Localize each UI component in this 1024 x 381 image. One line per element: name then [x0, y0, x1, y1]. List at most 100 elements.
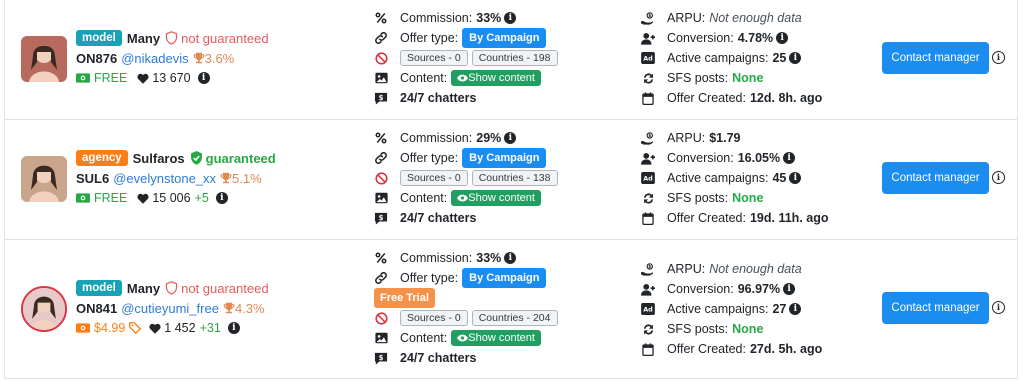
offer-created-label: Offer Created: [667, 342, 746, 356]
subscription-price: FREE [94, 191, 128, 205]
creator-name[interactable]: Many [127, 281, 160, 296]
commission-label: Commission: [400, 11, 473, 25]
contact-manager-button[interactable]: Contact manager [882, 42, 989, 74]
shield-icon [165, 31, 181, 45]
calendar-icon [641, 91, 655, 105]
info-icon[interactable]: i [789, 52, 802, 64]
offer-created-value: 12d. 8h. ago [749, 91, 823, 105]
offer-type-button[interactable]: By Campaign [462, 148, 547, 168]
avatar-image [23, 288, 65, 330]
info-icon[interactable]: i [776, 32, 789, 44]
sources-pill[interactable]: Sources - 0 [400, 310, 468, 326]
chatters-text: 24/7 chatters [400, 351, 477, 365]
likes-count: 1 452 [164, 321, 196, 335]
info-icon[interactable]: i [504, 252, 517, 264]
content-label: Content: [400, 331, 448, 345]
percent-icon [374, 132, 388, 144]
active-campaigns-value: 27 [772, 302, 787, 316]
likes-count: 13 670 [152, 71, 191, 85]
price-icon [76, 323, 94, 333]
info-icon[interactable]: i [783, 152, 796, 164]
contact-manager-button[interactable]: Contact manager [882, 162, 989, 194]
contact-manager-button[interactable]: Contact manager [882, 292, 989, 324]
show-content-button[interactable]: Show content [451, 330, 541, 346]
arpu-label: ARPU: [667, 131, 706, 145]
creator-name[interactable]: Sulfaros [133, 151, 185, 166]
active-campaigns-label: Active campaigns: [667, 302, 769, 316]
link-icon [374, 151, 388, 165]
creator-handle-link[interactable]: @cutieyumi_free [121, 301, 219, 316]
info-icon[interactable]: i [992, 171, 1005, 184]
info-icon[interactable]: i [227, 322, 240, 334]
svg-text:$: $ [648, 13, 651, 19]
guarantee-status: guaranteed [205, 150, 276, 166]
countries-pill[interactable]: Countries - 138 [471, 170, 558, 186]
conversion-value: 4.78% [737, 31, 774, 45]
ad-icon: Ad [641, 303, 655, 315]
chat-money-icon: $ [374, 92, 388, 105]
offer-row: model Many not guaranteed ON841 @cutieyu… [4, 240, 1018, 379]
info-icon[interactable]: i [504, 12, 517, 24]
offer-created-label: Offer Created: [667, 91, 746, 105]
countries-pill[interactable]: Countries - 204 [471, 310, 558, 326]
conversion-label: Conversion: [667, 31, 734, 45]
creator-rate: 4.3% [234, 300, 265, 316]
creator-name[interactable]: Many [127, 31, 160, 46]
offer-stats: $ ARPU: Not enough data Conversion: 4.78… [641, 8, 861, 108]
info-icon[interactable]: i [992, 51, 1005, 64]
avatar[interactable] [21, 286, 67, 332]
conversion-value: 96.97% [737, 282, 781, 296]
user-plus-icon [641, 283, 655, 296]
commission-value: 33% [476, 11, 502, 25]
offer-created-value: 19d. 11h. ago [749, 211, 829, 225]
calendar-icon [641, 211, 655, 225]
offer-stats: $ ARPU: $1.79 Conversion: 16.05% i Ad Ac… [641, 128, 861, 228]
link-icon [374, 271, 388, 285]
content-label: Content: [400, 71, 448, 85]
image-icon [374, 72, 388, 84]
creator-handle-link[interactable]: @nikadevis [121, 51, 188, 66]
creator-type-badge: model [76, 280, 122, 296]
sfs-posts-label: SFS posts: [667, 191, 729, 205]
chatters-text: 24/7 chatters [400, 91, 477, 105]
price-icon [76, 73, 94, 83]
creator-rate: 3.6% [204, 50, 235, 66]
offer-type-button[interactable]: By Campaign [462, 28, 547, 48]
guarantee-status: not guaranteed [181, 30, 269, 46]
offer-stats: $ ARPU: Not enough data Conversion: 96.9… [641, 259, 861, 359]
hand-coin-icon: $ [641, 262, 655, 276]
creator-handle-link[interactable]: @evelynstone_xx [113, 171, 216, 186]
avatar[interactable] [21, 36, 67, 82]
avatar[interactable] [21, 156, 67, 202]
show-content-label: Show content [468, 192, 535, 204]
conversion-value: 16.05% [737, 151, 781, 165]
info-icon[interactable]: i [215, 192, 228, 204]
active-campaigns-label: Active campaigns: [667, 171, 769, 185]
show-content-button[interactable]: Show content [451, 70, 541, 86]
offer-details: Commission: 29% i Offer type: By Campaig… [374, 128, 624, 228]
svg-text:$: $ [379, 353, 384, 361]
info-icon[interactable]: i [197, 72, 210, 84]
show-content-button[interactable]: Show content [451, 190, 541, 206]
offer-type-label: Offer type: [400, 31, 459, 45]
offer-details: Commission: 33% i Offer type: By Campaig… [374, 8, 624, 108]
info-icon[interactable]: i [789, 303, 802, 315]
sources-pill[interactable]: Sources - 0 [400, 170, 468, 186]
info-icon[interactable]: i [504, 132, 517, 144]
subscription-price: FREE [94, 71, 128, 85]
countries-pill[interactable]: Countries - 198 [471, 50, 558, 66]
creator-rate: 5.1% [232, 170, 262, 186]
info-icon[interactable]: i [783, 283, 796, 295]
sfs-posts-value: None [732, 191, 764, 205]
svg-text:$: $ [379, 93, 384, 101]
commission-value: 29% [476, 131, 502, 145]
active-campaigns-value: 25 [772, 51, 787, 65]
sources-pill[interactable]: Sources - 0 [400, 50, 468, 66]
ban-icon [374, 171, 388, 185]
info-icon[interactable]: i [992, 301, 1005, 314]
calendar-icon [641, 342, 655, 356]
free-trial-line: Free Trial [374, 288, 624, 308]
info-icon[interactable]: i [789, 172, 802, 184]
offer-type-button[interactable]: By Campaign [462, 268, 547, 288]
heart-icon [137, 193, 149, 204]
